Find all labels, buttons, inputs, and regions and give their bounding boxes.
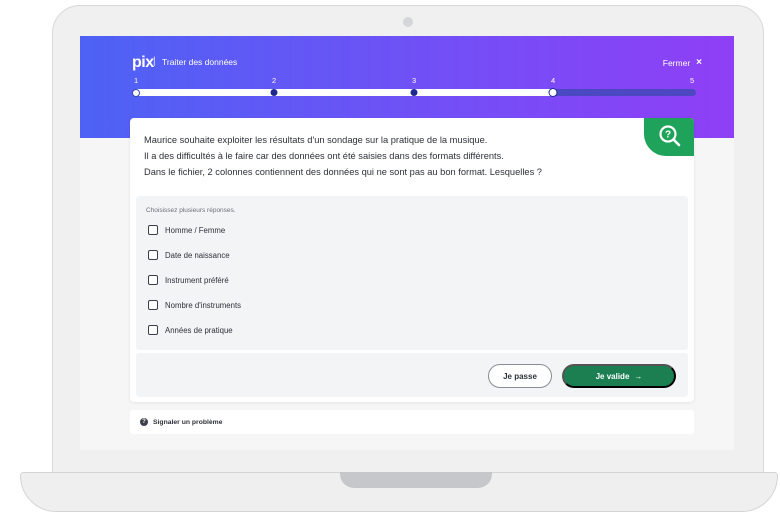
option-annees-pratique[interactable]: Années de pratique: [148, 325, 233, 335]
actions-bar: Je passe Je valide →: [136, 353, 688, 397]
question-type-badge: ?: [644, 118, 694, 156]
question-line-1: Maurice souhaite exploiter les résultats…: [144, 135, 488, 145]
option-label: Instrument préféré: [165, 275, 229, 285]
app-screen: pix | Traiter des données Fermer × 1 2 3…: [80, 36, 734, 450]
assessment-title: Traiter des données: [162, 57, 238, 67]
step-dot-2: [270, 89, 278, 96]
step-number-2: 2: [272, 76, 277, 85]
checkbox[interactable]: [148, 325, 158, 335]
option-instrument-prefere[interactable]: Instrument préféré: [148, 275, 229, 285]
checkbox[interactable]: [148, 275, 158, 285]
answers-hint: Choisissez plusieurs réponses.: [146, 207, 236, 214]
webcam: [403, 17, 413, 27]
laptop-mockup: pix | Traiter des données Fermer × 1 2 3…: [0, 0, 780, 513]
option-nombre-instruments[interactable]: Nombre d'instruments: [148, 300, 241, 310]
laptop-notch: [340, 472, 492, 488]
skip-button[interactable]: Je passe: [488, 364, 552, 388]
close-label: Fermer: [662, 57, 691, 68]
answers-panel: Choisissez plusieurs réponses. Homme / F…: [136, 196, 688, 350]
option-homme-femme[interactable]: Homme / Femme: [148, 225, 225, 235]
step-number-5: 5: [690, 76, 695, 85]
close-icon: ×: [696, 57, 702, 68]
report-problem-link[interactable]: ? Signaler un problème: [130, 410, 694, 434]
checkbox[interactable]: [148, 300, 158, 310]
option-label: Années de pratique: [165, 325, 233, 335]
step-number-1: 1: [134, 76, 139, 85]
checkbox[interactable]: [148, 225, 158, 235]
progress-bar: 1 2 3 4 5: [132, 76, 696, 98]
step-number-3: 3: [412, 76, 417, 85]
title-separator: |: [153, 56, 156, 67]
svg-text:?: ?: [665, 130, 671, 141]
step-dot-1: [132, 88, 140, 97]
challenge-card: ? Maurice souhaite exploiter les résulta…: [130, 118, 694, 402]
pix-logo[interactable]: pix: [132, 54, 154, 72]
arrow-right-icon: →: [634, 371, 643, 381]
help-icon: ?: [140, 418, 148, 426]
progress-fill: [134, 89, 554, 96]
step-number-4: 4: [551, 76, 556, 85]
report-label: Signaler un problème: [153, 418, 223, 426]
step-dot-4-current: [548, 88, 558, 97]
magnifier-question-icon: ?: [659, 125, 681, 147]
close-button[interactable]: Fermer ×: [663, 57, 702, 68]
option-label: Nombre d'instruments: [165, 300, 242, 310]
question-line-3: Dans le fichier, 2 colonnes contiennent …: [144, 167, 542, 177]
checkbox[interactable]: [148, 250, 158, 260]
step-dot-3: [410, 89, 418, 96]
option-date-naissance[interactable]: Date de naissance: [148, 250, 230, 260]
validate-label: Je valide: [595, 371, 630, 381]
validate-button[interactable]: Je valide →: [562, 364, 676, 388]
question-text: Maurice souhaite exploiter les résultats…: [144, 132, 644, 180]
option-label: Homme / Femme: [165, 225, 226, 235]
option-label: Date de naissance: [165, 250, 230, 260]
question-line-2: Il a des difficultés à le faire car des …: [144, 151, 504, 161]
